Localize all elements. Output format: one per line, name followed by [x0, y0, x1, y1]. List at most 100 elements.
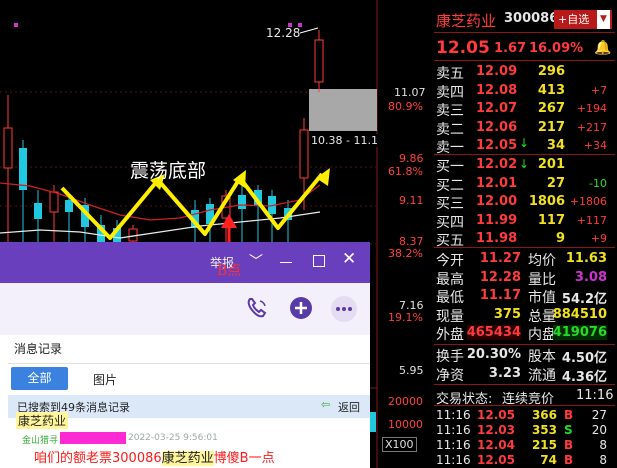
stat-label: 市值 — [528, 290, 556, 306]
ask-volume: 413 — [537, 82, 565, 98]
stat-label: 换手 — [436, 349, 464, 365]
message-prefix: 咱们的额老票300086 — [34, 451, 162, 466]
ask-change: +217 — [576, 120, 607, 134]
bell-icon[interactable]: 🔔 — [594, 40, 611, 56]
ask-volume: 217 — [537, 119, 565, 135]
zoom-label[interactable]: X100 — [382, 437, 417, 452]
bid-row[interactable]: 买二 12.01 27 -10 — [432, 175, 617, 194]
bid-volume: 9 — [555, 231, 565, 246]
price-label-3: 9.11 — [399, 194, 424, 207]
ask-label: 卖四 — [436, 84, 464, 101]
ask-change: +194 — [576, 102, 607, 115]
stat-value: 54.2亿 — [561, 292, 607, 307]
tick-price: 12.05 — [477, 453, 515, 467]
stock-code: 300086 — [504, 11, 559, 26]
ask-row[interactable]: 卖三 12.07 267 +194 — [432, 100, 617, 119]
stat-value: 465434 — [466, 325, 521, 340]
chat-toolbar — [0, 283, 370, 335]
stat-label: 今开 — [436, 253, 464, 269]
vol-label-2: 10000 — [388, 418, 423, 431]
down-arrow-icon: ↓ — [519, 136, 530, 150]
ask-row[interactable]: 卖五 12.09 296 — [432, 63, 617, 82]
bid-label: 买二 — [436, 177, 464, 194]
stat-label: 最低 — [436, 290, 464, 306]
ask-volume: 267 — [537, 101, 565, 116]
ask-volume: 34 — [546, 138, 565, 153]
stat-value: 375 — [493, 306, 521, 322]
ask-price: 12.06 — [476, 119, 518, 135]
stat-label: 流通 — [528, 367, 556, 384]
ask-price: 12.07 — [476, 101, 518, 116]
stat-value: 11.63 — [565, 251, 607, 266]
ask-label: 卖五 — [436, 66, 464, 82]
tick-time: 11:16 — [436, 438, 471, 452]
chevron-down-icon[interactable]: ▼ — [597, 10, 610, 29]
price-label-2: 9.86 — [399, 152, 424, 165]
range-label: 10.38 - 11.1 — [311, 134, 378, 147]
stat-value: 20.30% — [466, 347, 521, 362]
stat-label: 现量 — [436, 308, 464, 325]
more-icon[interactable] — [330, 295, 358, 323]
bid-change: +1806 — [569, 195, 607, 208]
chevron-down-icon[interactable]: ﹀ — [249, 251, 263, 271]
bid-change: +9 — [590, 232, 607, 245]
tab-image[interactable]: 图片 — [93, 371, 117, 388]
add-watchlist-button[interactable]: +自选 ▼ — [554, 10, 612, 29]
tick-volume: 74 — [540, 453, 557, 467]
stat-label: 最高 — [436, 271, 464, 288]
bid-label: 买三 — [436, 196, 464, 212]
price-change-pct: 16.09% — [529, 41, 584, 56]
vol-label-1: 20000 — [388, 395, 423, 408]
tick-time: 11:16 — [436, 408, 471, 422]
pct-label-4: 19.1% — [388, 311, 423, 324]
price-label-1: 11.07 — [394, 86, 426, 99]
ask-row[interactable]: 卖二 12.06 217 +217 — [432, 119, 617, 138]
bid-change: -10 — [589, 176, 607, 190]
tick-price: 12.05 — [477, 408, 515, 422]
chat-window[interactable]: 举报 ﹀ ✕ B点 消息记录 全部 图片 已搜索到49条消息记录 ⇦ 返回 康芝… — [0, 242, 370, 468]
close-icon[interactable]: ✕ — [342, 249, 356, 269]
tick-price: 12.03 — [477, 423, 515, 437]
stat-value: 11.17 — [479, 288, 521, 303]
stat-label: 外盘 — [436, 327, 464, 343]
trade-status-time: 11:16 — [576, 388, 614, 403]
pct-label-1: 80.9% — [388, 100, 423, 113]
pct-label-2: 61.8% — [388, 165, 423, 178]
bid-volume: 1806 — [528, 194, 565, 209]
ask-price: 12.05 — [476, 138, 518, 153]
tab-all[interactable]: 全部 — [11, 367, 68, 390]
bid-row[interactable]: 买三 12.00 1806 +1806 — [432, 193, 617, 212]
message-highlight: 康芝药业 — [161, 451, 214, 466]
tick-count: 8 — [599, 453, 607, 467]
tick-price: 12.04 — [477, 438, 515, 452]
bid-row[interactable]: 买四 11.99 117 +117 — [432, 212, 617, 231]
bid-price: 11.98 — [476, 231, 518, 246]
stat-value: 12.28 — [479, 269, 521, 285]
chat-titlebar[interactable]: 举报 ﹀ ✕ — [0, 242, 370, 283]
volume-bars — [370, 412, 376, 432]
phone-icon[interactable] — [245, 296, 269, 320]
tick-volume: 353 — [531, 423, 557, 437]
stat-value: 419076 — [552, 325, 607, 340]
back-button[interactable]: 返回 — [338, 399, 360, 415]
annotation-title: 震荡底部 — [130, 160, 207, 182]
down-arrow-icon: ↓ — [519, 157, 530, 171]
add-watchlist-label: +自选 — [558, 13, 590, 26]
range-box — [309, 89, 377, 131]
records-label[interactable]: 消息记录 — [14, 340, 62, 357]
stat-value: 3.23 — [488, 365, 521, 381]
ask-price: 12.08 — [476, 82, 518, 98]
price-change: 1.67 — [494, 41, 527, 56]
ask-row[interactable]: 卖四 12.08 413 +7 — [432, 82, 617, 101]
current-price: 12.05 — [436, 38, 490, 58]
maximize-icon[interactable] — [313, 255, 325, 267]
bid-price: 12.02 — [476, 157, 518, 172]
candles — [3, 30, 324, 245]
records-header: 消息记录 — [8, 335, 370, 364]
stat-label: 均价 — [528, 253, 556, 269]
bid-price: 12.01 — [476, 175, 518, 191]
back-arrow-icon[interactable]: ⇦ — [321, 398, 330, 411]
message-timestamp: 2022-03-25 9:56:01 — [128, 433, 218, 443]
minimize-icon[interactable] — [280, 262, 292, 263]
add-contact-icon[interactable] — [289, 296, 313, 320]
